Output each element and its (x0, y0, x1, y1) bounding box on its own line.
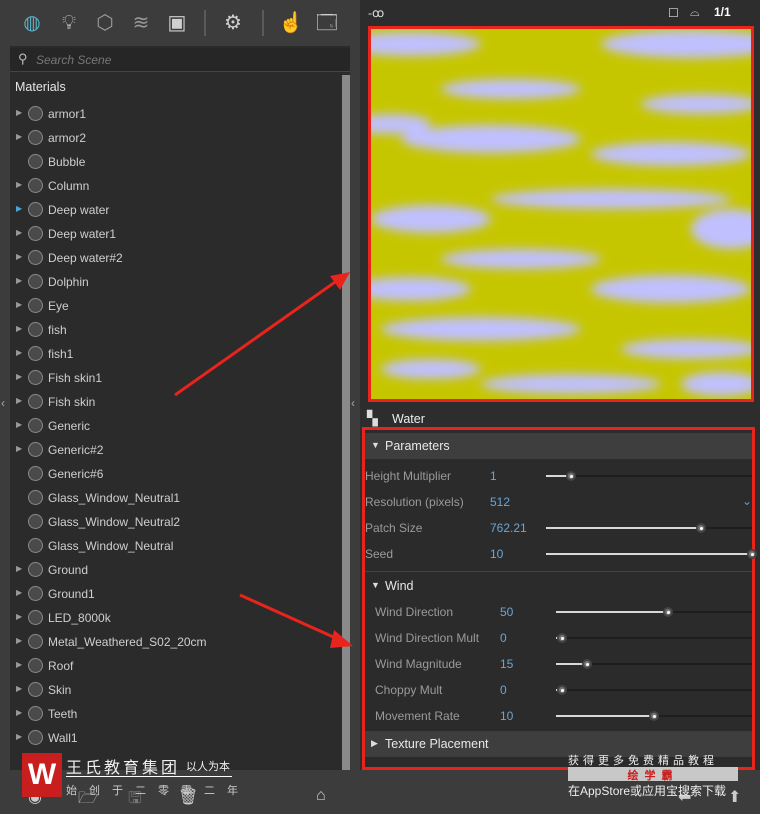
watermark-brand: 王氏教育集团 (66, 760, 181, 777)
watermark-founded: 始创于二零零二年 (66, 785, 250, 797)
arrow-to-preview (174, 278, 339, 397)
annotation-arrows (174, 272, 353, 648)
cleanup-brush-icon[interactable]: ⌂ (316, 787, 326, 805)
arrow-to-parameters (239, 593, 341, 642)
arrow-head (330, 272, 350, 290)
watermark-app: 绘学霸 (627, 770, 679, 782)
watermark-slogan: 以人为本 (186, 761, 230, 773)
watermark-divider (66, 776, 232, 777)
watermark-promo: 获得更多免费精品教程 (568, 755, 718, 767)
watermark-download: 在AppStore或应用宝搜索下载 (568, 784, 727, 798)
watermark-app-banner: 绘学霸 (568, 767, 738, 782)
watermark-logo: W (22, 753, 62, 797)
arrow-head (330, 630, 353, 648)
up-arrow-icon[interactable]: ⬆ (728, 787, 741, 807)
